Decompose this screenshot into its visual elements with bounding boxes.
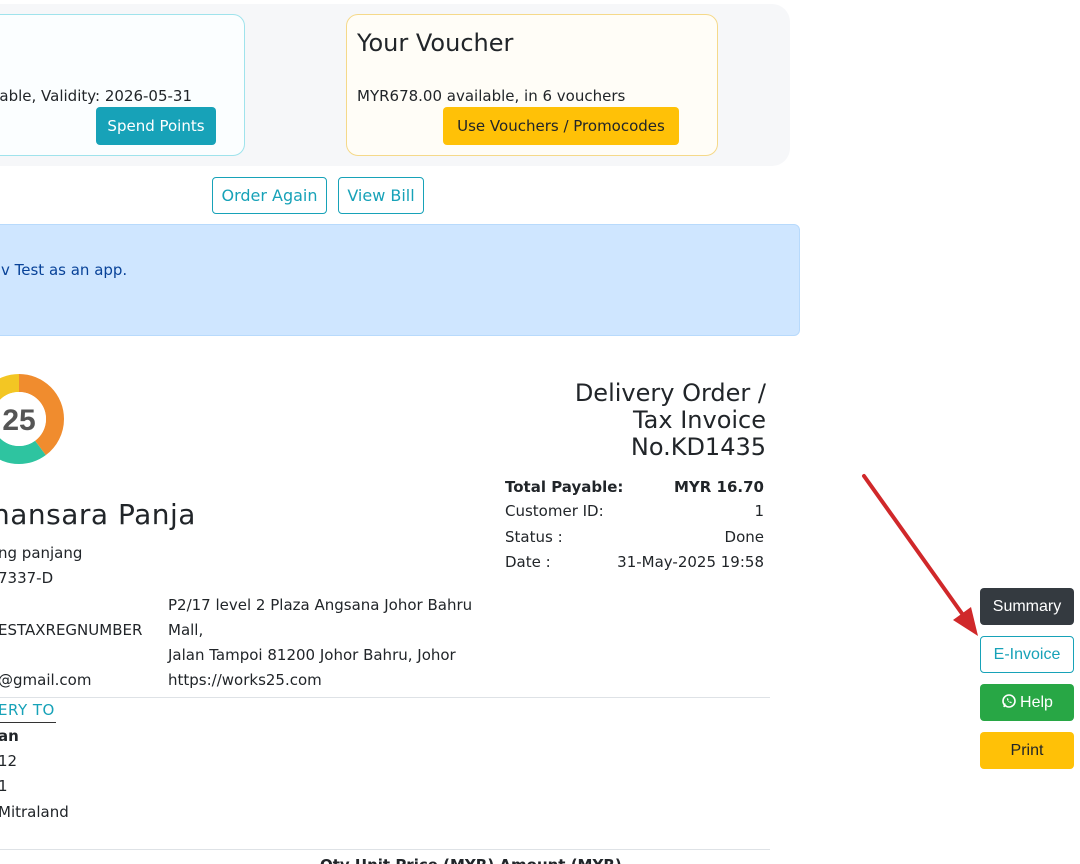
- table-divider: [0, 849, 770, 850]
- delivery-line-1: 12: [0, 752, 18, 770]
- company-website: https://works25.com: [168, 671, 322, 689]
- company-address-1: P2/17 level 2 Plaza Angsana Johor Bahru: [168, 596, 473, 614]
- company-logo: 25: [0, 374, 64, 464]
- e-invoice-button[interactable]: E-Invoice: [980, 636, 1074, 673]
- items-table-header: Qty Unit Price (MYR) Amount (MYR): [320, 856, 622, 864]
- summary-button[interactable]: Summary: [980, 588, 1074, 625]
- date-label: Date :: [505, 553, 551, 571]
- total-payable-label: Total Payable:: [505, 478, 624, 496]
- invoice-title-line2: Tax Invoice: [632, 406, 766, 434]
- company-address-3: Jalan Tampoi 81200 Johor Bahru, Johor: [168, 646, 456, 664]
- arrow-shaft: [862, 474, 970, 624]
- delivery-to-label: ERY TO: [0, 701, 56, 723]
- delivery-line-2: 1: [0, 777, 8, 795]
- invoice-title-line1: Delivery Order /: [574, 379, 766, 407]
- arrow-head: [953, 607, 978, 636]
- section-divider: [0, 697, 770, 698]
- company-name: nansara Panja: [0, 498, 196, 531]
- spend-points-button[interactable]: Spend Points: [96, 107, 216, 145]
- customer-id-label: Customer ID:: [505, 502, 604, 520]
- use-vouchers-button[interactable]: Use Vouchers / Promocodes: [443, 107, 679, 145]
- voucher-card-subtitle: MYR678.00 available, in 6 vouchers: [357, 87, 626, 105]
- status-value: Done: [724, 528, 764, 546]
- view-bill-button[interactable]: View Bill: [338, 177, 424, 214]
- red-arrow-annotation: [862, 474, 978, 636]
- status-label: Status :: [505, 528, 563, 546]
- print-button[interactable]: Print: [980, 732, 1074, 769]
- company-email: @gmail.com: [0, 671, 92, 689]
- points-card-subtitle: vailable, Validity: 2026-05-31: [0, 87, 193, 105]
- whatsapp-icon: [1002, 694, 1016, 708]
- voucher-card-title: Your Voucher: [357, 29, 514, 57]
- company-tax-number: ESTAXREGNUMBER: [0, 621, 143, 639]
- company-line-1: ng panjang: [0, 544, 83, 562]
- delivery-name: an: [0, 727, 19, 745]
- help-button[interactable]: Help: [980, 684, 1074, 721]
- install-app-banner: v Test as an app.: [0, 224, 800, 336]
- order-again-button[interactable]: Order Again: [212, 177, 327, 214]
- logo-text: 25: [2, 404, 35, 437]
- date-value: 31-May-2025 19:58: [617, 553, 764, 571]
- install-app-banner-text: v Test as an app.: [1, 261, 128, 279]
- invoice-title-line3: No.KD1435: [630, 433, 766, 461]
- customer-id-value: 1: [754, 502, 764, 520]
- company-address-2: Mall,: [168, 621, 204, 639]
- total-payable-value: MYR 16.70: [673, 478, 764, 496]
- help-button-label: Help: [1020, 694, 1053, 711]
- delivery-line-3: Mitraland: [0, 803, 69, 821]
- invoice-title: Delivery Order / Tax Invoice No.KD1435: [506, 380, 766, 461]
- company-line-2: 7337-D: [0, 569, 54, 587]
